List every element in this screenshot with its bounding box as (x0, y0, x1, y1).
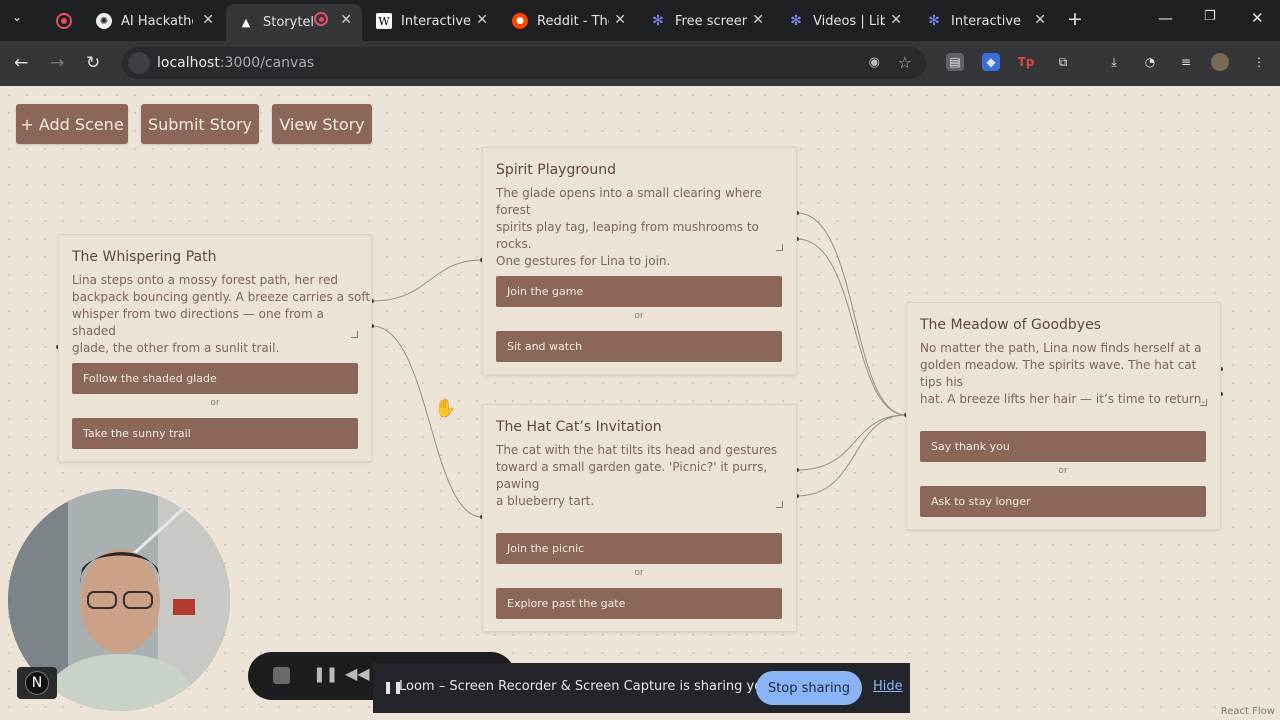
notion-badge[interactable]: N (17, 667, 57, 699)
close-tab-icon[interactable]: ✕ (202, 12, 214, 28)
gear-icon: ✻ (652, 13, 664, 29)
browser-tab-bar: ⌄ ✺ AI Hackathon ✕ ▲ Storytelling ✕ W In… (0, 0, 1280, 41)
minimize-icon[interactable]: — (1158, 9, 1173, 27)
tab-loom[interactable] (44, 6, 82, 36)
browser-toolbar: ← → ↻ localhost:3000/canvas ◉ ☆ ▤ ◆ Tp ⧉… (0, 41, 1280, 86)
scene-title[interactable]: The Meadow of Goodbyes (920, 317, 1101, 333)
resize-grip-icon[interactable] (776, 244, 783, 251)
bookmark-star-icon[interactable]: ☆ (898, 53, 912, 72)
close-tab-icon[interactable]: ✕ (1034, 12, 1046, 28)
address-bar[interactable]: localhost:3000/canvas ◉ ☆ (122, 47, 926, 79)
choice-button[interactable]: Say thank you (920, 431, 1206, 462)
grab-hand-cursor-icon: ✋ (434, 398, 457, 419)
close-tab-icon[interactable]: ✕ (614, 12, 626, 28)
scene-description[interactable]: The cat with the hat tilts its head and … (496, 442, 796, 510)
add-scene-button[interactable]: + Add Scene (16, 104, 128, 144)
hide-link[interactable]: Hide (873, 679, 903, 694)
screen-sharing-notification: ❚❚ Loom – Screen Recorder & Screen Captu… (373, 663, 910, 713)
edge-spirit-to-meadow-b (796, 238, 907, 416)
scene-description[interactable]: No matter the path, Lina now finds herse… (920, 340, 1220, 408)
tab-reddit[interactable]: ● Reddit - The ✕ (500, 6, 636, 36)
tab-interactive-st[interactable]: ✻ Interactive St ✕ (914, 6, 1056, 36)
edge-hatcat-to-meadow-a (796, 414, 907, 471)
edge-whispering-to-spirit (371, 259, 483, 302)
profile-avatar-icon[interactable] (1211, 53, 1229, 71)
close-tab-icon[interactable]: ✕ (890, 12, 902, 28)
forward-arrow-icon[interactable]: → (50, 53, 64, 73)
close-tab-icon[interactable]: ✕ (476, 12, 488, 28)
back-arrow-icon[interactable]: ← (14, 53, 28, 73)
choice-button[interactable]: Sit and watch (496, 331, 782, 362)
choice-button[interactable]: Take the sunny trail (72, 418, 358, 449)
download-icon[interactable]: ⤓ (1105, 53, 1123, 71)
scene-title[interactable]: Spirit Playground (496, 162, 616, 178)
scene-node-spirit-playground[interactable]: Spirit Playground The glade opens into a… (482, 147, 797, 375)
view-story-button[interactable]: View Story (272, 104, 372, 144)
tab-storytelling[interactable]: ▲ Storytelling ✕ (226, 4, 362, 41)
resize-grip-icon[interactable] (351, 331, 358, 338)
media-controls-icon[interactable]: ≡ (1177, 53, 1195, 71)
menu-dots-icon[interactable]: ⋮ (1250, 53, 1268, 71)
recording-indicator-icon (314, 12, 328, 26)
or-separator: or (1058, 466, 1068, 476)
scene-node-meadow-of-goodbyes[interactable]: The Meadow of Goodbyes No matter the pat… (906, 302, 1221, 530)
tab-wikipedia[interactable]: W Interactive st ✕ (364, 6, 498, 36)
react-flow-attribution[interactable]: React Flow (1218, 706, 1277, 717)
site-info-icon[interactable] (128, 52, 150, 74)
close-window-icon[interactable]: ✕ (1251, 9, 1264, 27)
reload-icon[interactable]: ↻ (86, 53, 100, 73)
tab-free-screen[interactable]: ✻ Free screen r ✕ (638, 6, 774, 36)
scene-description[interactable]: Lina steps onto a mossy forest path, her… (72, 272, 371, 357)
or-separator: or (210, 398, 220, 408)
extension-notes-icon[interactable]: ▤ (946, 53, 964, 71)
extension-tp-icon[interactable]: Tp (1017, 53, 1035, 71)
close-tab-icon[interactable]: ✕ (340, 12, 352, 28)
scene-title[interactable]: The Whispering Path (72, 249, 217, 265)
stop-sharing-button[interactable]: Stop sharing (756, 671, 862, 705)
extension-shield-icon[interactable]: ◆ (982, 53, 1000, 71)
scene-node-whispering-path[interactable]: The Whispering Path Lina steps onto a mo… (58, 234, 372, 462)
eye-off-icon[interactable]: ◉ (869, 55, 880, 70)
choice-button[interactable]: Join the picnic (496, 533, 782, 564)
choice-button[interactable]: Explore past the gate (496, 588, 782, 619)
gear-icon: ✻ (928, 13, 940, 29)
performance-icon[interactable]: ◔ (1141, 53, 1159, 71)
submit-story-button[interactable]: Submit Story (141, 104, 259, 144)
openai-icon: ✺ (96, 13, 112, 29)
wikipedia-icon: W (376, 13, 392, 29)
choice-button[interactable]: Follow the shaded glade (72, 363, 358, 394)
pause-icon[interactable]: ❚❚ (313, 665, 338, 683)
new-tab-button[interactable]: + (1067, 8, 1083, 30)
stop-recording-icon[interactable] (273, 667, 290, 684)
or-separator: or (634, 311, 644, 321)
reddit-icon: ● (512, 13, 528, 29)
choice-button[interactable]: Ask to stay longer (920, 486, 1206, 517)
tab-search-chevron-icon[interactable]: ⌄ (12, 10, 22, 24)
rewind-icon[interactable]: ◀◀ (345, 664, 370, 683)
url-text: localhost:3000/canvas (157, 55, 315, 71)
restore-icon[interactable]: ❐ (1204, 9, 1216, 24)
scene-title[interactable]: The Hat Cat’s Invitation (496, 419, 662, 435)
tab-ai-hackathon[interactable]: ✺ AI Hackathon ✕ (84, 6, 224, 36)
gear-icon: ✻ (790, 13, 802, 29)
choice-button[interactable]: Join the game (496, 276, 782, 307)
loom-record-icon (56, 13, 72, 29)
flow-canvas[interactable]: + Add Scene Submit Story View Story The … (0, 86, 1280, 720)
close-tab-icon[interactable]: ✕ (752, 12, 764, 28)
tab-videos-library[interactable]: ✻ Videos | Libra ✕ (776, 6, 912, 36)
or-separator: or (634, 568, 644, 578)
vercel-icon: ▲ (241, 16, 251, 29)
extensions-puzzle-icon[interactable]: ⧉ (1054, 53, 1072, 71)
scene-node-hat-cat-invitation[interactable]: The Hat Cat’s Invitation The cat with th… (482, 404, 797, 632)
edge-whispering-to-hatcat (371, 325, 483, 518)
resize-grip-icon[interactable] (776, 501, 783, 508)
resize-grip-icon[interactable] (1200, 399, 1207, 406)
scene-description[interactable]: The glade opens into a small clearing wh… (496, 185, 796, 270)
edge-hatcat-to-meadow-b (796, 414, 907, 497)
